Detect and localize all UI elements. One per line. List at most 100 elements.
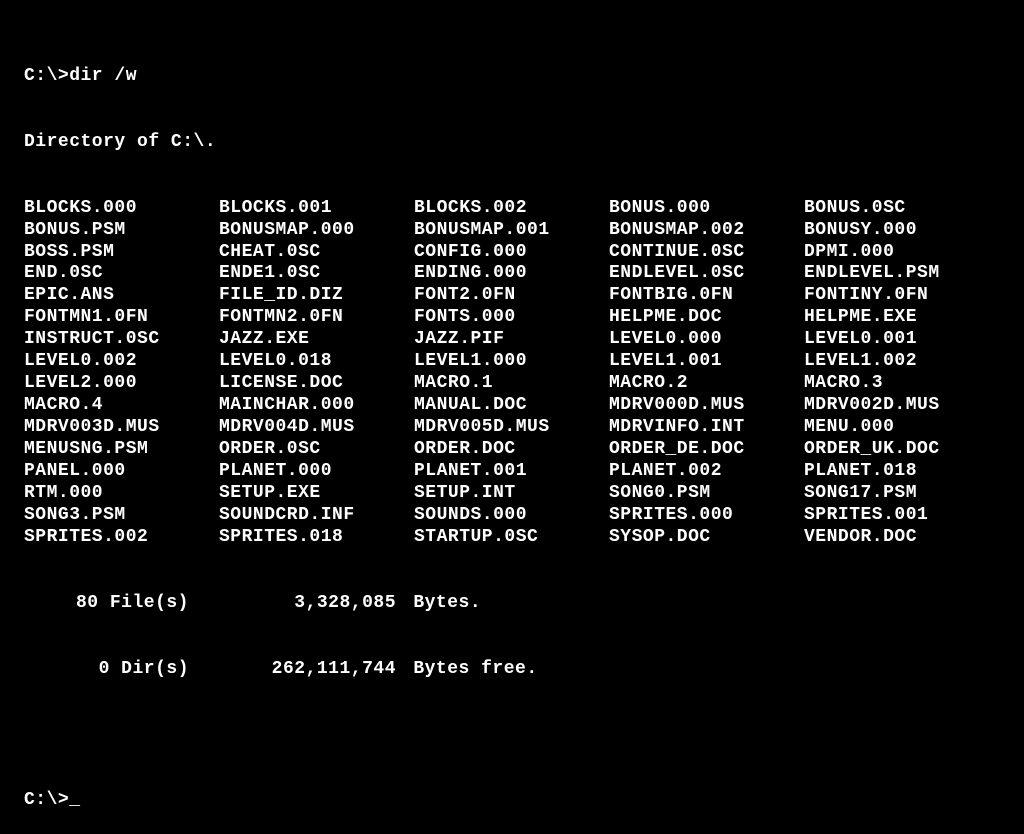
file-entry: ENDLEVEL.0SC [609,263,804,285]
prompt-prefix: C:\> [24,790,69,810]
file-entry: BONUSMAP.001 [414,220,609,242]
file-row: END.0SCENDE1.0SCENDING.000ENDLEVEL.0SCEN… [24,263,1000,285]
file-entry: MDRV005D.MUS [414,417,609,439]
file-row: FONTMN1.0FNFONTMN2.0FNFONTS.000HELPME.DO… [24,307,1000,329]
file-entry: LEVEL2.000 [24,373,219,395]
file-entry: LEVEL0.000 [609,329,804,351]
file-entry: SPRITES.001 [804,505,999,527]
file-entry: SPRITES.000 [609,505,804,527]
bytes-label: Bytes. [402,593,1000,615]
file-entry: SPRITES.002 [24,527,219,549]
file-entry: HELPME.EXE [804,307,999,329]
file-entry: MANUAL.DOC [414,395,609,417]
file-entry: SETUP.EXE [219,483,414,505]
file-entry: MACRO.2 [609,373,804,395]
file-entry: ENDE1.0SC [219,263,414,285]
file-entry: CHEAT.0SC [219,242,414,264]
file-entry: LEVEL0.001 [804,329,999,351]
file-entry: SONG3.PSM [24,505,219,527]
file-entry: CONFIG.000 [414,242,609,264]
file-row: PANEL.000PLANET.000PLANET.001PLANET.002P… [24,461,1000,483]
file-entry: BONUS.000 [609,198,804,220]
file-entry: ENDLEVEL.PSM [804,263,999,285]
file-entry: JAZZ.PIF [414,329,609,351]
bytes-free-label: Bytes free. [402,659,1000,681]
file-row: LEVEL2.000LICENSE.DOCMACRO.1MACRO.2MACRO… [24,373,1000,395]
file-entry: JAZZ.EXE [219,329,414,351]
file-row: MENUSNG.PSMORDER.0SCORDER.DOCORDER_DE.DO… [24,439,1000,461]
summary-dirs: 0 Dir(s) 262,111,744 Bytes free. [24,659,1000,681]
file-entry: BOSS.PSM [24,242,219,264]
terminal-output: C:\>dir /w Directory of C:\. BLOCKS.000B… [24,22,1000,834]
file-entry: MAINCHAR.000 [219,395,414,417]
file-entry: SONG0.PSM [609,483,804,505]
file-entry: BONUSY.000 [804,220,999,242]
file-entry: BONUS.0SC [804,198,999,220]
file-row: BONUS.PSMBONUSMAP.000BONUSMAP.001BONUSMA… [24,220,1000,242]
file-row: SONG3.PSMSOUNDCRD.INFSOUNDS.000SPRITES.0… [24,505,1000,527]
file-row: RTM.000SETUP.EXESETUP.INTSONG0.PSMSONG17… [24,483,1000,505]
file-entry: ORDER.0SC [219,439,414,461]
file-entry: FONTS.000 [414,307,609,329]
file-entry: PLANET.002 [609,461,804,483]
file-entry: SOUNDS.000 [414,505,609,527]
file-entry: FONT2.0FN [414,285,609,307]
file-entry: PLANET.000 [219,461,414,483]
file-entry: MDRVINFO.INT [609,417,804,439]
file-entry: LEVEL0.018 [219,351,414,373]
file-entry: ORDER_DE.DOC [609,439,804,461]
file-entry: EPIC.ANS [24,285,219,307]
file-entry: FILE_ID.DIZ [219,285,414,307]
file-entry: END.0SC [24,263,219,285]
file-count: 80 File(s) [24,593,189,615]
file-entry: MDRV000D.MUS [609,395,804,417]
file-entry: LEVEL1.000 [414,351,609,373]
file-entry: ORDER_UK.DOC [804,439,999,461]
file-entry: BONUSMAP.002 [609,220,804,242]
bytes-free: 262,111,744 [189,659,402,681]
file-entry: SETUP.INT [414,483,609,505]
file-row: MACRO.4MAINCHAR.000MANUAL.DOCMDRV000D.MU… [24,395,1000,417]
file-row: BOSS.PSMCHEAT.0SCCONFIG.000CONTINUE.0SCD… [24,242,1000,264]
file-entry: FONTMN2.0FN [219,307,414,329]
file-entry: CONTINUE.0SC [609,242,804,264]
file-entry: ENDING.000 [414,263,609,285]
file-entry: LICENSE.DOC [219,373,414,395]
blank-line [24,725,1000,747]
file-row: SPRITES.002SPRITES.018STARTUP.0SCSYSOP.D… [24,527,1000,549]
file-entry: FONTINY.0FN [804,285,999,307]
file-entry: MENUSNG.PSM [24,439,219,461]
file-entry: BONUSMAP.000 [219,220,414,242]
file-entry: LEVEL0.002 [24,351,219,373]
file-entry: PLANET.018 [804,461,999,483]
command-line: C:\>dir /w [24,66,1000,88]
file-row: EPIC.ANSFILE_ID.DIZFONT2.0FNFONTBIG.0FNF… [24,285,1000,307]
file-row: BLOCKS.000BLOCKS.001BLOCKS.002BONUS.000B… [24,198,1000,220]
file-entry: LEVEL1.002 [804,351,999,373]
file-entry: SYSOP.DOC [609,527,804,549]
file-entry: BLOCKS.000 [24,198,219,220]
summary-files: 80 File(s) 3,328,085 Bytes. [24,593,1000,615]
dir-count: 0 Dir(s) [24,659,189,681]
cursor: _ [69,790,80,812]
file-entry: MACRO.4 [24,395,219,417]
file-entry: BLOCKS.002 [414,198,609,220]
file-entry: PLANET.001 [414,461,609,483]
file-entry: DPMI.000 [804,242,999,264]
file-entry: MDRV002D.MUS [804,395,999,417]
file-entry: INSTRUCT.0SC [24,329,219,351]
file-row: INSTRUCT.0SCJAZZ.EXEJAZZ.PIFLEVEL0.000LE… [24,329,1000,351]
file-entry: PANEL.000 [24,461,219,483]
bytes-used: 3,328,085 [189,593,402,615]
file-entry: SOUNDCRD.INF [219,505,414,527]
file-entry: STARTUP.0SC [414,527,609,549]
prompt-line[interactable]: C:\>_ [24,790,1000,812]
file-entry: MACRO.1 [414,373,609,395]
file-entry: LEVEL1.001 [609,351,804,373]
file-entry: MACRO.3 [804,373,999,395]
file-entry: BONUS.PSM [24,220,219,242]
file-entry: BLOCKS.001 [219,198,414,220]
file-entry: MENU.000 [804,417,999,439]
file-listing: BLOCKS.000BLOCKS.001BLOCKS.002BONUS.000B… [24,198,1000,549]
file-entry: HELPME.DOC [609,307,804,329]
